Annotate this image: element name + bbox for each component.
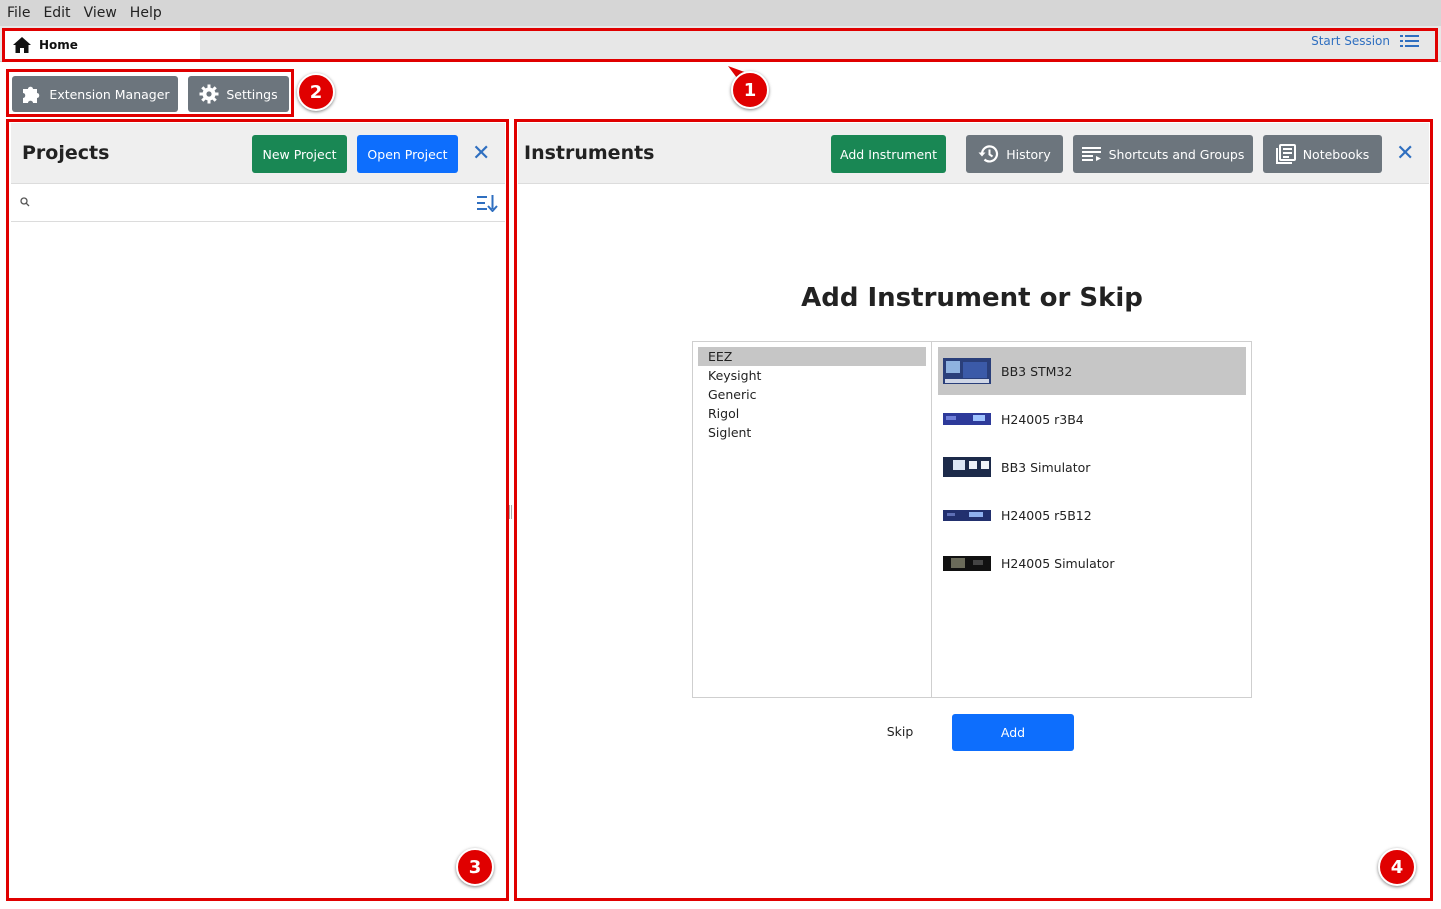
instrument-thumbnail [943, 501, 991, 529]
vendor-item[interactable]: EEZ [698, 347, 926, 366]
projects-search-row [11, 184, 505, 222]
instruments-close-icon[interactable]: ✕ [1396, 143, 1414, 165]
vendor-item[interactable]: Rigol [698, 404, 926, 423]
notebooks-icon [1275, 144, 1296, 164]
vendor-item[interactable]: Generic [698, 385, 926, 404]
annotation-badge-3: 3 [456, 848, 494, 886]
instrument-item[interactable]: H24005 r5B12 [938, 491, 1246, 539]
instrument-thumbnail [943, 549, 991, 577]
instrument-item[interactable]: H24005 r3B4 [938, 395, 1246, 443]
instrument-item[interactable]: BB3 Simulator [938, 443, 1246, 491]
tab-home[interactable]: Home [4, 29, 200, 60]
extension-manager-button[interactable]: Extension Manager [12, 76, 178, 112]
instrument-item[interactable]: H24005 Simulator [938, 539, 1246, 587]
tab-home-label: Home [39, 37, 78, 52]
panel-splitter[interactable] [509, 505, 512, 519]
vendor-list: EEZ Keysight Generic Rigol Siglent [693, 342, 932, 697]
annotation-badge-2: 2 [297, 73, 335, 111]
notebooks-button[interactable]: Notebooks [1263, 135, 1382, 173]
instrument-thumbnail [943, 405, 991, 433]
extension-manager-label: Extension Manager [49, 86, 170, 102]
start-session-button[interactable]: Start Session [1311, 34, 1419, 48]
instrument-label: H24005 r3B4 [1001, 411, 1084, 427]
settings-label: Settings [226, 86, 278, 102]
instrument-thumbnail [943, 453, 991, 481]
skip-button[interactable]: Skip [870, 724, 930, 739]
menu-view[interactable]: View [84, 5, 117, 21]
vendor-item[interactable]: Keysight [698, 366, 926, 385]
shortcuts-groups-label: Shortcuts and Groups [1108, 146, 1245, 162]
menu-bar: File Edit View Help [0, 0, 1441, 26]
history-button[interactable]: History [966, 135, 1063, 173]
history-label: History [1006, 146, 1051, 162]
list-icon [1400, 35, 1419, 47]
menu-edit[interactable]: Edit [43, 5, 70, 21]
add-button[interactable]: Add [952, 714, 1074, 751]
shortcuts-list-icon [1081, 147, 1101, 161]
home-icon [13, 36, 31, 53]
tab-bar: Home Start Session [0, 26, 1441, 62]
menu-help[interactable]: Help [130, 5, 162, 21]
gear-icon [199, 84, 219, 104]
dialog-title: Add Instrument or Skip [801, 283, 1143, 313]
instrument-label: H24005 Simulator [1001, 555, 1115, 571]
search-icon [20, 197, 30, 207]
instrument-label: BB3 STM32 [1001, 363, 1073, 379]
notebooks-label: Notebooks [1302, 146, 1370, 162]
instrument-label: H24005 r5B12 [1001, 507, 1092, 523]
sort-icon[interactable] [476, 194, 498, 212]
instrument-thumbnail [943, 357, 991, 385]
menu-file[interactable]: File [7, 5, 30, 21]
shortcuts-groups-button[interactable]: Shortcuts and Groups [1073, 135, 1253, 173]
history-icon [978, 145, 999, 163]
add-instrument-button[interactable]: Add Instrument [831, 135, 946, 173]
projects-title: Projects [22, 142, 110, 164]
instrument-label: BB3 Simulator [1001, 459, 1091, 475]
annotation-box-3 [6, 119, 509, 901]
instruments-title: Instruments [524, 142, 655, 164]
start-session-label: Start Session [1311, 34, 1390, 48]
instrument-picker: EEZ Keysight Generic Rigol Siglent BB3 S… [692, 341, 1252, 698]
vendor-item[interactable]: Siglent [698, 423, 926, 442]
projects-close-icon[interactable]: ✕ [472, 143, 490, 165]
puzzle-icon [23, 86, 40, 103]
annotation-badge-4: 4 [1378, 848, 1416, 886]
projects-search-input[interactable] [35, 192, 455, 214]
settings-button[interactable]: Settings [188, 76, 289, 112]
open-project-button[interactable]: Open Project [357, 135, 458, 173]
annotation-badge-1: 1 [731, 71, 769, 109]
instrument-item[interactable]: BB3 STM32 [938, 347, 1246, 395]
instrument-list: BB3 STM32 H24005 r3B4 BB3 Simulator H240… [933, 342, 1251, 697]
new-project-button[interactable]: New Project [252, 135, 347, 173]
